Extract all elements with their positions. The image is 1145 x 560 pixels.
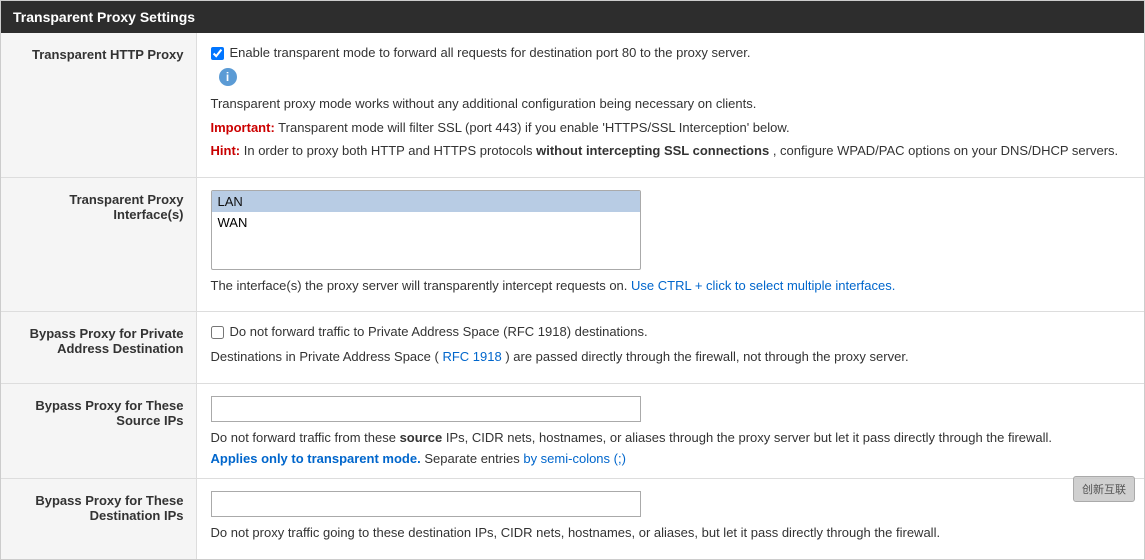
bypass-source-hint: Applies only to transparent mode. Separa… xyxy=(211,451,1131,466)
option-lan[interactable]: LAN xyxy=(212,191,640,212)
row-interfaces: Transparent Proxy Interface(s) LAN WAN T… xyxy=(1,177,1144,312)
settings-table: Transparent HTTP Proxy Enable transparen… xyxy=(1,33,1144,559)
label-bypass-private: Bypass Proxy for Private Address Destina… xyxy=(1,312,196,384)
row-bypass-dest: Bypass Proxy for These Destination IPs D… xyxy=(1,479,1144,559)
checkbox-label-transparent: Enable transparent mode to forward all r… xyxy=(230,45,751,60)
interface-select[interactable]: LAN WAN xyxy=(211,190,641,270)
content-transparent-http-proxy: Enable transparent mode to forward all r… xyxy=(196,33,1144,177)
applies-only-link[interactable]: Applies only to transparent mode. xyxy=(211,451,421,466)
hint-bold-text: without intercepting SSL connections xyxy=(536,143,769,158)
rfc1918-link[interactable]: RFC 1918 xyxy=(442,349,501,364)
label-transparent-http-proxy: Transparent HTTP Proxy xyxy=(1,33,196,177)
bypass-dest-input[interactable] xyxy=(211,491,641,517)
content-bypass-source: Do not forward traffic from these source… xyxy=(196,383,1144,479)
desc-transparent-hint: Hint: In order to proxy both HTTP and HT… xyxy=(211,141,1131,161)
important-label: Important: xyxy=(211,120,275,135)
label-interfaces: Transparent Proxy Interface(s) xyxy=(1,177,196,312)
option-wan[interactable]: WAN xyxy=(212,212,640,233)
watermark: 创新互联 xyxy=(1073,476,1135,502)
panel-title: Transparent Proxy Settings xyxy=(13,9,195,25)
info-icon: i xyxy=(219,68,237,86)
row-bypass-private: Bypass Proxy for Private Address Destina… xyxy=(1,312,1144,384)
bypass-private-checkbox[interactable] xyxy=(211,326,224,339)
interfaces-desc: The interface(s) the proxy server will t… xyxy=(211,276,1131,296)
desc-transparent-1: Transparent proxy mode works without any… xyxy=(211,94,1131,114)
semi-colon-link[interactable]: by semi-colons (;) xyxy=(523,451,626,466)
content-interfaces: LAN WAN The interface(s) the proxy serve… xyxy=(196,177,1144,312)
source-bold: source xyxy=(400,430,443,445)
hint-suffix: , configure WPAD/PAC options on your DNS… xyxy=(773,143,1118,158)
enable-transparent-checkbox[interactable] xyxy=(211,47,224,60)
content-bypass-private: Do not forward traffic to Private Addres… xyxy=(196,312,1144,384)
important-text: Transparent mode will filter SSL (port 4… xyxy=(278,120,790,135)
content-bypass-dest: Do not proxy traffic going to these dest… xyxy=(196,479,1144,559)
bypass-source-desc: Do not forward traffic from these source… xyxy=(211,428,1131,448)
transparent-proxy-panel: Transparent Proxy Settings Transparent H… xyxy=(0,0,1145,560)
hint-label: Hint: xyxy=(211,143,241,158)
panel-header: Transparent Proxy Settings xyxy=(1,1,1144,33)
row-transparent-http-proxy: Transparent HTTP Proxy Enable transparen… xyxy=(1,33,1144,177)
interfaces-link[interactable]: Use CTRL + click to select multiple inte… xyxy=(631,278,895,293)
bypass-source-input[interactable] xyxy=(211,396,641,422)
bypass-private-checkbox-label: Do not forward traffic to Private Addres… xyxy=(230,324,648,339)
bypass-dest-desc: Do not proxy traffic going to these dest… xyxy=(211,523,1131,543)
label-bypass-dest: Bypass Proxy for These Destination IPs xyxy=(1,479,196,559)
label-bypass-source: Bypass Proxy for These Source IPs xyxy=(1,383,196,479)
bypass-private-desc: Destinations in Private Address Space ( … xyxy=(211,347,1131,367)
row-bypass-source: Bypass Proxy for These Source IPs Do not… xyxy=(1,383,1144,479)
desc-transparent-important: Important: Transparent mode will filter … xyxy=(211,118,1131,138)
hint-text: In order to proxy both HTTP and HTTPS pr… xyxy=(244,143,536,158)
